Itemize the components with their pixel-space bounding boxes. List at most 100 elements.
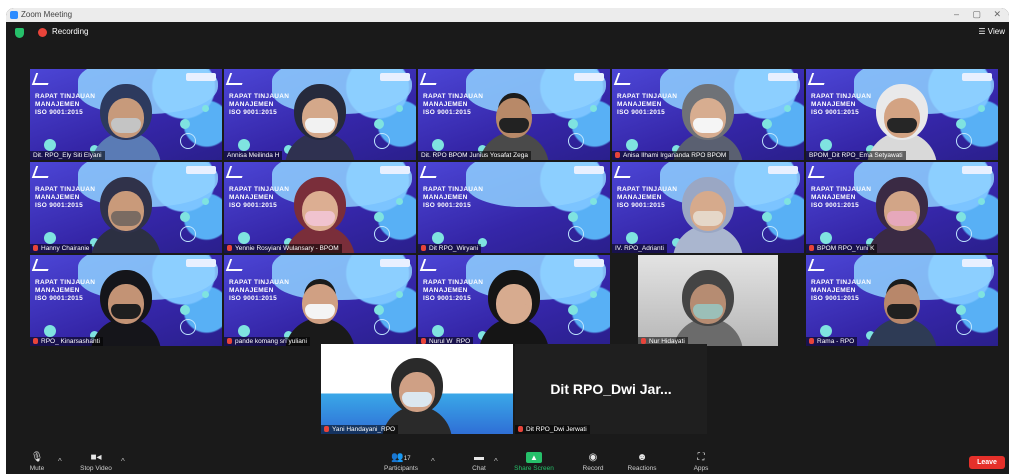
face-mask bbox=[499, 304, 529, 319]
participant-video-tile[interactable]: RAPAT TINJAUAN MANAJEMEN ISO 9001:2015 BPOM… bbox=[806, 69, 998, 160]
background-bubble bbox=[202, 198, 209, 205]
face-mask bbox=[111, 118, 141, 133]
face-mask bbox=[305, 118, 335, 133]
background-bubble bbox=[396, 105, 403, 112]
event-tag-badge bbox=[768, 166, 798, 174]
reactions-smiley-icon: ☻ bbox=[636, 452, 648, 463]
meeting-controls-bar: 🎙 Mute ^ ■◂ Stop Video ^ 👥17 Participant… bbox=[6, 450, 1009, 474]
participant-name: Yennie Rosyiani Wulansary - BPOM bbox=[235, 245, 339, 252]
background-ring bbox=[568, 319, 584, 335]
video-options-chevron-icon[interactable]: ^ bbox=[121, 457, 125, 466]
record-label: Record bbox=[582, 465, 604, 472]
event-tag-badge bbox=[380, 259, 410, 267]
participant-video-tile[interactable]: RAPAT TINJAUAN MANAJEMEN ISO 9001:2015 BPOM… bbox=[806, 162, 998, 253]
participant-video-tile[interactable]: Direktorat Registrasi Pangan OlahanYani … bbox=[321, 344, 513, 434]
participant-name: pande komang sri yuliani bbox=[235, 338, 307, 345]
participant-figure bbox=[479, 90, 549, 160]
participant-video-tile[interactable]: RAPAT TINJAUAN MANAJEMEN ISO 9001:2015 pand… bbox=[224, 255, 416, 346]
record-button[interactable]: ◉ Record bbox=[576, 452, 610, 472]
background-bubble bbox=[590, 105, 597, 112]
event-tag-badge bbox=[574, 166, 604, 174]
background-bubble bbox=[978, 291, 985, 298]
background-ring bbox=[568, 226, 584, 242]
muted-microphone-icon bbox=[324, 426, 329, 432]
participant-name-tag: Dit RPO_Wiryani bbox=[418, 244, 482, 253]
background-bubble bbox=[432, 232, 444, 244]
participant-name: Rama - RPO bbox=[817, 338, 855, 345]
participant-video-tile[interactable]: RAPAT TINJAUAN MANAJEMEN ISO 9001:2015 IV. … bbox=[612, 162, 804, 253]
participants-chevron-icon[interactable]: ^ bbox=[431, 457, 435, 466]
reactions-button[interactable]: ☻ Reactions bbox=[622, 452, 662, 472]
audio-options-chevron-icon[interactable]: ^ bbox=[58, 457, 62, 466]
participant-video-tile[interactable]: RAPAT TINJAUAN MANAJEMEN ISO 9001:2015 Dit.… bbox=[30, 69, 222, 160]
stop-video-label: Stop Video bbox=[80, 465, 112, 472]
chat-chevron-icon[interactable]: ^ bbox=[494, 457, 498, 466]
participant-name-tag: Yani Handayani_RPO bbox=[321, 425, 399, 434]
minimize-icon[interactable]: – bbox=[954, 9, 959, 19]
participant-video-tile[interactable]: Nur Hidayati bbox=[638, 255, 778, 346]
background-bubble bbox=[202, 291, 209, 298]
face-mask bbox=[693, 304, 723, 319]
participant-video-tile[interactable]: RAPAT TINJAUAN MANAJEMEN ISO 9001:2015 Anni… bbox=[224, 69, 416, 160]
leave-button[interactable]: Leave bbox=[969, 456, 1005, 469]
participant-name-tag: BPOM_Dit RPO_Ema Setyawati bbox=[806, 151, 906, 160]
event-tag-badge bbox=[574, 73, 604, 81]
view-button[interactable]: ☰ View bbox=[978, 27, 1005, 36]
background-bubble bbox=[374, 119, 384, 129]
participant-figure bbox=[867, 90, 937, 160]
maximize-icon[interactable]: ▢ bbox=[972, 9, 981, 20]
participants-button[interactable]: 👥17 Participants bbox=[378, 452, 424, 472]
participant-video-tile[interactable]: Dit RPO_Dwi Jar... Dit RPO_Dwi Jerwati bbox=[515, 344, 707, 434]
muted-microphone-icon bbox=[518, 426, 523, 432]
mute-label: Mute bbox=[29, 465, 45, 472]
participant-video-tile[interactable]: RAPAT TINJAUAN MANAJEMEN ISO 9001:2015 Hann… bbox=[30, 162, 222, 253]
share-screen-label: Share Screen bbox=[514, 465, 554, 472]
participant-video-tile[interactable]: RAPAT TINJAUAN MANAJEMEN ISO 9001:2015 Yenn… bbox=[224, 162, 416, 253]
recording-icon bbox=[38, 28, 47, 37]
participant-video-tile[interactable]: RAPAT TINJAUAN MANAJEMEN ISO 9001:2015 Anis… bbox=[612, 69, 804, 160]
participant-figure bbox=[382, 364, 452, 434]
close-icon[interactable]: ✕ bbox=[993, 9, 1001, 20]
face-mask bbox=[693, 118, 723, 133]
muted-microphone-icon bbox=[421, 245, 426, 251]
participant-name: Anisa Ilhami Irgananda RPO BPOM bbox=[623, 152, 727, 159]
background-bubble bbox=[396, 291, 403, 298]
background-bubble bbox=[180, 212, 190, 222]
face-mask bbox=[305, 211, 335, 226]
background-bubble bbox=[238, 325, 250, 337]
muted-microphone-icon bbox=[33, 245, 38, 251]
participant-video-tile[interactable]: RAPAT TINJAUAN MANAJEMEN ISO 9001:2015 Rama… bbox=[806, 255, 998, 346]
participant-name: RPO_ Kinarsashanti bbox=[41, 338, 100, 345]
background-ring bbox=[180, 133, 196, 149]
meeting-top-bar: Recording ☰ View bbox=[6, 22, 1009, 44]
muted-microphone-icon bbox=[227, 338, 232, 344]
background-bubble bbox=[762, 119, 772, 129]
chat-button[interactable]: ▬ Chat bbox=[464, 452, 494, 472]
participant-name: Hanny Chairanie bbox=[41, 245, 90, 252]
background-bubble bbox=[784, 198, 791, 205]
mute-button[interactable]: 🎙 Mute bbox=[22, 452, 52, 472]
stop-video-button[interactable]: ■◂ Stop Video bbox=[76, 452, 116, 472]
background-ring bbox=[762, 226, 778, 242]
participant-video-tile[interactable]: RAPAT TINJAUAN MANAJEMEN ISO 9001:2015 RPO_… bbox=[30, 255, 222, 346]
participant-video-tile[interactable]: RAPAT TINJAUAN MANAJEMEN ISO 9001:2015 Dit … bbox=[418, 162, 610, 253]
apps-button[interactable]: ⛶ Apps bbox=[686, 452, 716, 472]
chat-label: Chat bbox=[472, 465, 486, 472]
event-tag-badge bbox=[380, 166, 410, 174]
participant-video-tile[interactable]: RAPAT TINJAUAN MANAJEMEN ISO 9001:2015 Dit.… bbox=[418, 69, 610, 160]
background-bubble bbox=[238, 139, 250, 151]
face-mask bbox=[111, 211, 141, 226]
participant-name-tag: BPOM RPO_Yuni K bbox=[806, 244, 878, 253]
security-shield-icon[interactable] bbox=[15, 28, 24, 38]
background-bubble bbox=[626, 232, 638, 244]
meeting-title-block: RAPAT TINJAUAN MANAJEMEN ISO 9001:2015 bbox=[423, 186, 489, 210]
event-tag-badge bbox=[186, 166, 216, 174]
background-ring bbox=[180, 226, 196, 242]
participant-video-tile[interactable]: RAPAT TINJAUAN MANAJEMEN ISO 9001:2015 Nuru… bbox=[418, 255, 610, 346]
participants-icon: 👥17 bbox=[391, 452, 411, 463]
background-bubble bbox=[590, 198, 597, 205]
event-tag-badge bbox=[962, 73, 992, 81]
participant-name: Dit RPO_Dwi Jerwati bbox=[526, 426, 587, 433]
muted-microphone-icon bbox=[227, 245, 232, 251]
share-screen-button[interactable]: ▲ Share Screen bbox=[511, 452, 557, 472]
